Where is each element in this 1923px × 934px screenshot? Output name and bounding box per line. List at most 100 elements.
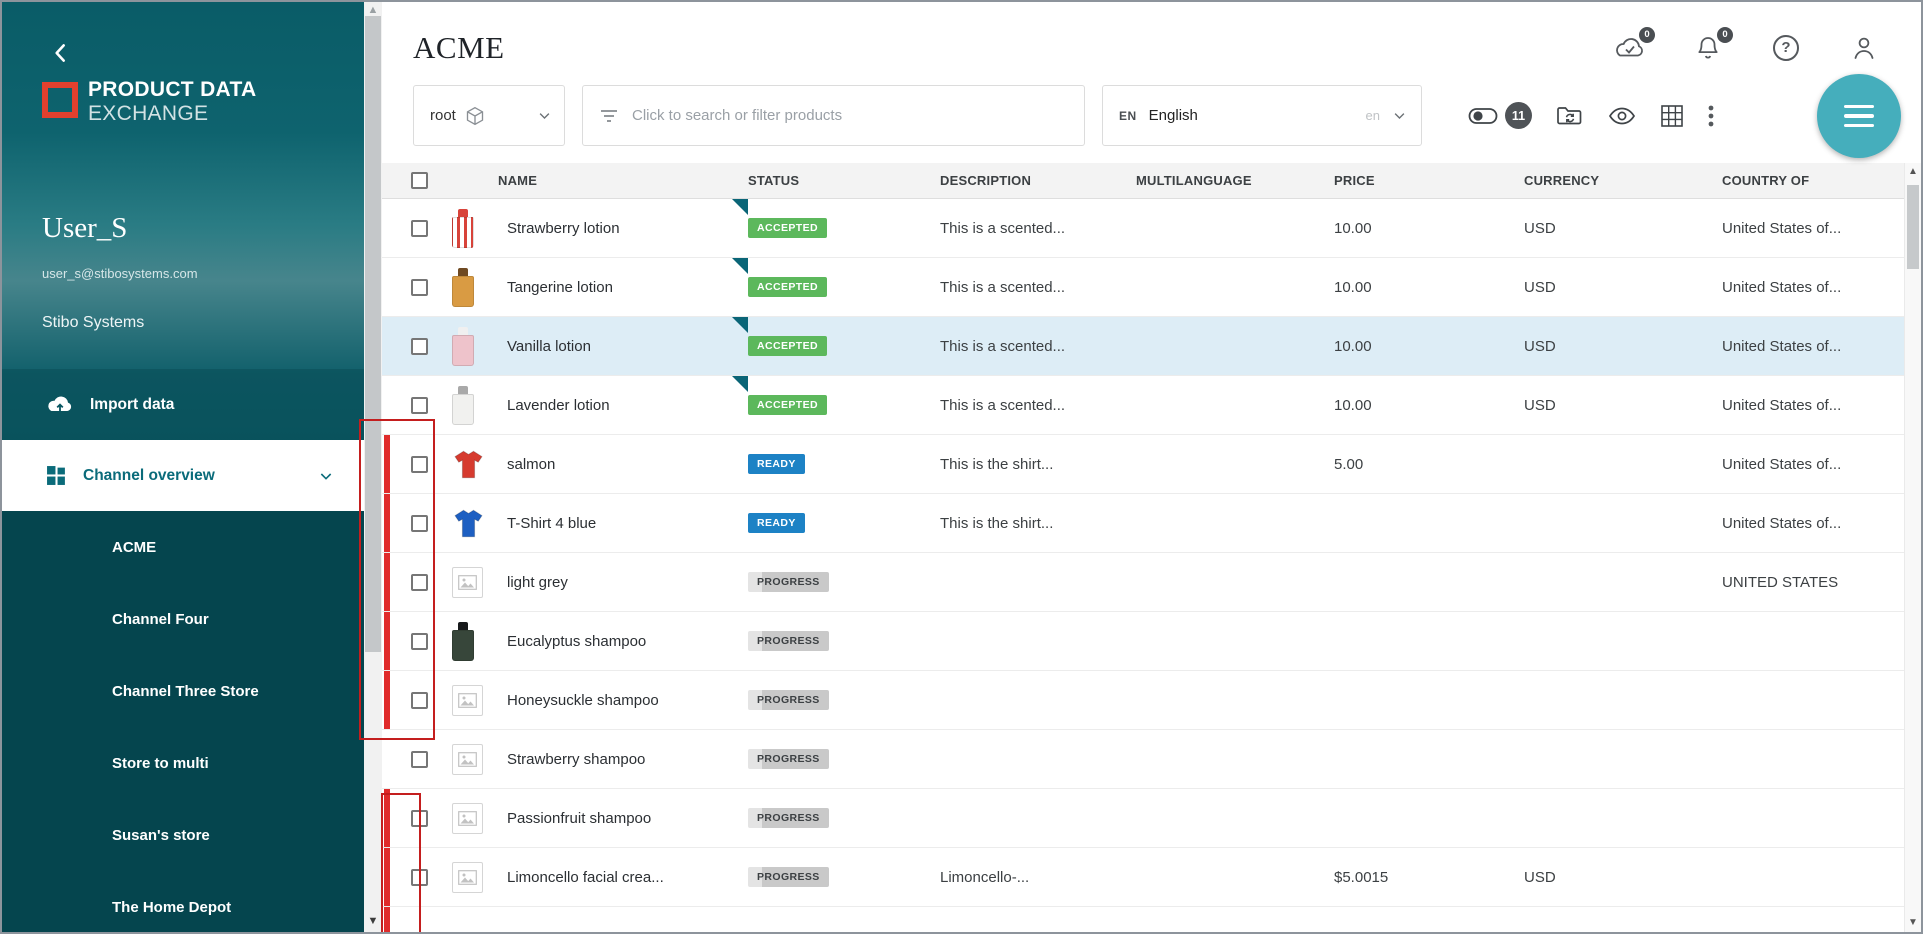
- hierarchy-select-value: root: [430, 107, 456, 124]
- table-row-t-shirt-4-blue[interactable]: T-Shirt 4 blueREADYThis is the shirt...U…: [382, 494, 1904, 553]
- row-checkbox[interactable]: [411, 869, 428, 886]
- column-header-multilanguage: MULTILANGUAGE: [1136, 173, 1334, 188]
- collapse-sidebar-button[interactable]: [48, 40, 74, 71]
- tshirt-thumbnail-icon: [452, 449, 485, 480]
- language-select[interactable]: EN English en: [1102, 85, 1422, 146]
- table-row-strawberry-lotion[interactable]: Strawberry lotionACCEPTEDThis is a scent…: [382, 199, 1904, 258]
- row-select-cell: [404, 574, 448, 591]
- cell-country: United States of...: [1722, 279, 1904, 296]
- row-select-cell: [404, 515, 448, 532]
- sidebar-channel-acme[interactable]: ACME: [2, 511, 364, 583]
- scroll-down-arrow-icon[interactable]: ▼: [1905, 918, 1921, 928]
- product-thumbnail: [448, 508, 498, 539]
- product-thumbnail: [448, 622, 498, 661]
- product-name-cell: Strawberry lotion: [498, 199, 748, 257]
- grid-icon: [46, 465, 67, 486]
- cell-country: United States of...: [1722, 515, 1904, 532]
- cell-price: 10.00: [1334, 338, 1524, 355]
- image-placeholder-glyph: [458, 575, 477, 590]
- status-badge: READY: [748, 454, 805, 474]
- preview-button[interactable]: [1608, 106, 1636, 126]
- sidebar-channel-channel-three-store[interactable]: Channel Three Store: [2, 655, 364, 727]
- product-name-cell: Honeysuckle shampoo: [498, 671, 748, 729]
- table-row-vanilla-lotion[interactable]: Vanilla lotionACCEPTEDThis is a scented.…: [382, 317, 1904, 376]
- more-options-button[interactable]: [1708, 104, 1714, 128]
- chevron-down-icon: [318, 468, 334, 484]
- corner-marker-icon: [732, 258, 748, 274]
- toolbar-icon-group: 11: [1468, 85, 1714, 146]
- cell-description: Limoncello-...: [940, 869, 1136, 886]
- mapping-toggle-button[interactable]: 11: [1468, 102, 1532, 129]
- toolbar: root EN English en: [413, 85, 1921, 146]
- search-input[interactable]: [632, 107, 1068, 124]
- table-row-passionfruit-shampoo[interactable]: Passionfruit shampooPROGRESS: [382, 789, 1904, 848]
- sidebar-channel-store-to-multi[interactable]: Store to multi: [2, 727, 364, 799]
- product-name-cell: salmon: [498, 435, 748, 493]
- table-row-tangerine-lotion[interactable]: Tangerine lotionACCEPTEDThis is a scente…: [382, 258, 1904, 317]
- table-row-honeysuckle-shampoo[interactable]: Honeysuckle shampooPROGRESS: [382, 671, 1904, 730]
- product-photo-thumbnail: [452, 622, 474, 661]
- search-box: [582, 85, 1085, 146]
- red-flag-bar: [384, 907, 390, 934]
- row-checkbox[interactable]: [411, 574, 428, 591]
- help-button[interactable]: ?: [1769, 33, 1803, 63]
- product-thumbnail: [448, 567, 498, 598]
- sidebar-scrollbar-thumb[interactable]: [365, 16, 381, 652]
- product-photo-thumbnail: [452, 327, 474, 366]
- product-thumbnail: [448, 209, 498, 248]
- chevron-down-icon: [537, 108, 552, 123]
- table-row-salmon[interactable]: salmonREADYThis is the shirt...5.00Unite…: [382, 435, 1904, 494]
- cloud-status-button[interactable]: 0: [1613, 33, 1647, 63]
- product-name: Vanilla lotion: [507, 338, 591, 355]
- table-row-eucalyptus-shampoo[interactable]: Eucalyptus shampooPROGRESS: [382, 612, 1904, 671]
- sidebar-channel-channel-four[interactable]: Channel Four: [2, 583, 364, 655]
- sidebar: PRODUCT DATA EXCHANGE User_S user_s@stib…: [2, 2, 364, 932]
- red-flag-bar: [384, 848, 390, 906]
- product-name: Passionfruit shampoo: [507, 810, 651, 827]
- row-checkbox[interactable]: [411, 279, 428, 296]
- table-row-lavender-lotion[interactable]: Lavender lotionACCEPTEDThis is a scented…: [382, 376, 1904, 435]
- product-name: T-Shirt 4 blue: [507, 515, 596, 532]
- product-name-cell: Tangerine lotion: [498, 258, 748, 316]
- row-checkbox[interactable]: [411, 751, 428, 768]
- select-all-checkbox[interactable]: [411, 172, 428, 189]
- table-view-button[interactable]: [1660, 104, 1684, 128]
- notifications-button[interactable]: 0: [1691, 33, 1725, 63]
- bell-icon: [1696, 35, 1720, 61]
- sidebar-item-import-data[interactable]: Import data: [2, 369, 364, 440]
- row-select-cell: [404, 692, 448, 709]
- row-checkbox[interactable]: [411, 515, 428, 532]
- folder-sync-button[interactable]: [1556, 104, 1584, 128]
- mapping-count-badge: 11: [1505, 102, 1532, 129]
- scroll-up-arrow-icon[interactable]: ▲: [364, 5, 382, 16]
- scroll-down-arrow-icon[interactable]: ▼: [364, 916, 382, 927]
- scroll-up-arrow-icon[interactable]: ▲: [1905, 167, 1921, 177]
- table-scrollbar[interactable]: ▲ ▼: [1904, 163, 1921, 932]
- table-row-light-grey[interactable]: light greyPROGRESSUNITED STATES: [382, 553, 1904, 612]
- row-checkbox[interactable]: [411, 633, 428, 650]
- sidebar-channel-susan-s-store[interactable]: Susan's store: [2, 799, 364, 871]
- row-checkbox[interactable]: [411, 456, 428, 473]
- row-checkbox[interactable]: [411, 810, 428, 827]
- eye-icon: [1608, 106, 1636, 126]
- sidebar-channel-the-home-depot[interactable]: The Home Depot: [2, 871, 364, 934]
- cell-currency: USD: [1524, 869, 1722, 886]
- product-name-cell: Limoncello facial crea...: [498, 848, 748, 906]
- row-checkbox[interactable]: [411, 338, 428, 355]
- account-button[interactable]: [1847, 33, 1881, 63]
- filter-icon: [599, 107, 619, 125]
- user-name: User_S: [42, 212, 127, 245]
- corner-marker-icon: [732, 376, 748, 392]
- row-checkbox[interactable]: [411, 692, 428, 709]
- sidebar-scrollbar[interactable]: ▲ ▼: [364, 2, 382, 932]
- page-title: ACME: [413, 30, 505, 66]
- table-row-limoncello-facial-crea[interactable]: Limoncello facial crea...PROGRESSLimonce…: [382, 848, 1904, 907]
- menu-fab[interactable]: [1817, 74, 1901, 158]
- table-scrollbar-thumb[interactable]: [1907, 185, 1919, 269]
- sidebar-item-channel-overview[interactable]: Channel overview: [2, 440, 364, 511]
- hierarchy-select[interactable]: root: [413, 85, 565, 146]
- cell-country: United States of...: [1722, 220, 1904, 237]
- row-checkbox[interactable]: [411, 220, 428, 237]
- row-checkbox[interactable]: [411, 397, 428, 414]
- table-row-strawberry-shampoo[interactable]: Strawberry shampooPROGRESS: [382, 730, 1904, 789]
